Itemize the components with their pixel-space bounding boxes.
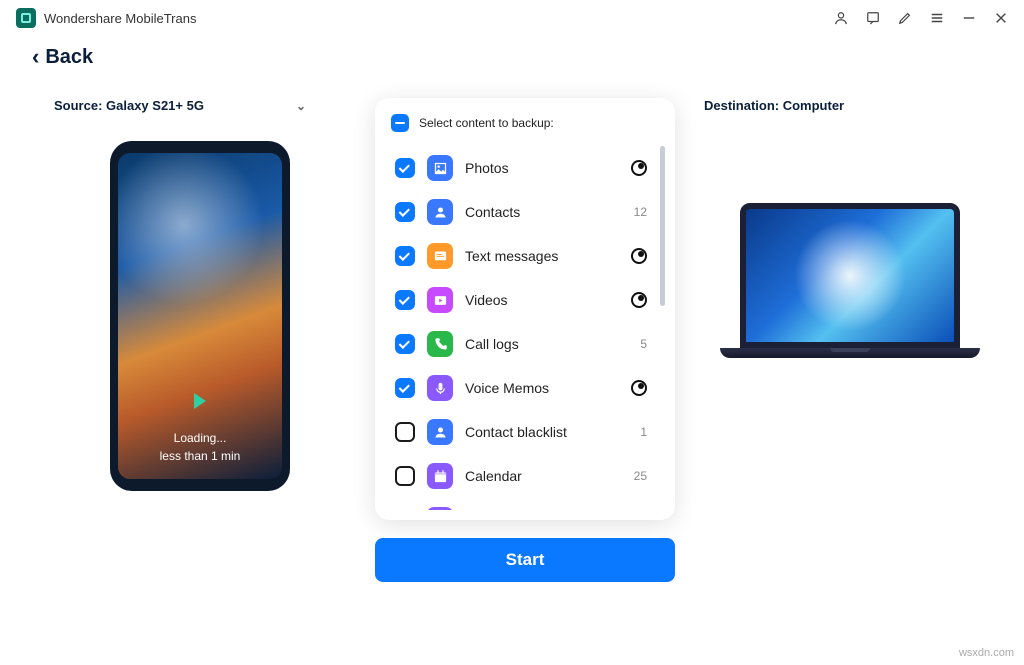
back-button[interactable]: ‹ Back <box>32 44 93 70</box>
contact-blacklist-icon <box>427 419 453 445</box>
item-count: 12 <box>634 205 647 219</box>
item-label: Voice Memos <box>465 380 619 396</box>
photos-icon <box>427 155 453 181</box>
back-bar: ‹ Back <box>0 36 1024 74</box>
content-list[interactable]: Photos Contacts 12 Text messages Videos Call … <box>391 146 665 510</box>
loading-spinner-icon <box>631 160 647 176</box>
phone-screen: Loading... less than 1 min <box>118 153 282 479</box>
select-all-checkbox[interactable] <box>391 114 409 132</box>
chevron-down-icon: ⌄ <box>296 99 306 113</box>
checkbox[interactable] <box>395 202 415 222</box>
item-label: Photos <box>465 160 619 176</box>
item-count: 1 <box>640 425 647 439</box>
source-column: Source: Galaxy S21+ 5G ⌄ Loading... less… <box>50 98 350 582</box>
list-item[interactable]: Calendar 25 <box>391 454 665 498</box>
select-header-label: Select content to backup: <box>419 116 554 130</box>
checkbox[interactable] <box>395 422 415 442</box>
checkbox[interactable] <box>395 378 415 398</box>
app-title: Wondershare MobileTrans <box>44 11 196 26</box>
list-item[interactable]: Apps <box>391 498 665 510</box>
source-selector[interactable]: Source: Galaxy S21+ 5G ⌄ <box>50 98 310 141</box>
list-item[interactable]: Contact blacklist 1 <box>391 410 665 454</box>
feedback-icon[interactable] <box>866 11 880 25</box>
edit-icon[interactable] <box>898 11 912 25</box>
loading-line2: less than 1 min <box>160 447 241 465</box>
list-item[interactable]: Contacts 12 <box>391 190 665 234</box>
apps-icon <box>427 507 453 510</box>
source-label: Source: Galaxy S21+ 5G <box>54 98 204 113</box>
checkbox[interactable] <box>395 334 415 354</box>
item-label: Contacts <box>465 204 622 220</box>
list-item[interactable]: Photos <box>391 146 665 190</box>
contacts-icon <box>427 199 453 225</box>
checkbox[interactable] <box>395 290 415 310</box>
back-label: Back <box>45 46 93 69</box>
content-card: Select content to backup: Photos Contacts… <box>375 98 675 520</box>
item-count: 25 <box>634 469 647 483</box>
list-item[interactable]: Text messages <box>391 234 665 278</box>
watermark: wsxdn.com <box>959 647 1014 659</box>
titlebar: Wondershare MobileTrans <box>0 0 1024 36</box>
list-item[interactable]: Voice Memos <box>391 366 665 410</box>
content-column: Select content to backup: Photos Contacts… <box>370 98 680 582</box>
call-logs-icon <box>427 331 453 357</box>
scrollbar[interactable] <box>660 146 665 510</box>
menu-icon[interactable] <box>930 11 944 25</box>
list-item[interactable]: Call logs 5 <box>391 322 665 366</box>
minimize-icon[interactable] <box>962 11 976 25</box>
item-label: Calendar <box>465 468 622 484</box>
voice-memos-icon <box>427 375 453 401</box>
checkbox[interactable] <box>395 466 415 486</box>
item-label: Contact blacklist <box>465 424 628 440</box>
close-icon[interactable] <box>994 11 1008 25</box>
app-logo <box>16 8 36 28</box>
destination-column: Destination: Computer <box>700 98 1000 582</box>
start-button[interactable]: Start <box>375 538 675 582</box>
account-icon[interactable] <box>834 11 848 25</box>
phone-loading-text: Loading... less than 1 min <box>160 429 241 465</box>
play-icon <box>194 393 206 409</box>
checkbox[interactable] <box>395 246 415 266</box>
chevron-left-icon: ‹ <box>32 44 39 70</box>
destination-label: Destination: Computer <box>700 98 1000 203</box>
item-label: Call logs <box>465 336 628 352</box>
loading-spinner-icon <box>631 292 647 308</box>
titlebar-left: Wondershare MobileTrans <box>16 8 196 28</box>
main-area: Source: Galaxy S21+ 5G ⌄ Loading... less… <box>0 74 1024 582</box>
list-item[interactable]: Videos <box>391 278 665 322</box>
calendar-icon <box>427 463 453 489</box>
loading-spinner-icon <box>631 248 647 264</box>
phone-mockup: Loading... less than 1 min <box>110 141 290 491</box>
item-label: Videos <box>465 292 619 308</box>
titlebar-right <box>834 11 1008 25</box>
loading-line1: Loading... <box>160 429 241 447</box>
item-label: Text messages <box>465 248 619 264</box>
card-header: Select content to backup: <box>391 114 665 132</box>
item-count: 5 <box>640 337 647 351</box>
text-messages-icon <box>427 243 453 269</box>
videos-icon <box>427 287 453 313</box>
loading-spinner-icon <box>631 380 647 396</box>
laptop-mockup <box>720 203 980 358</box>
checkbox[interactable] <box>395 158 415 178</box>
